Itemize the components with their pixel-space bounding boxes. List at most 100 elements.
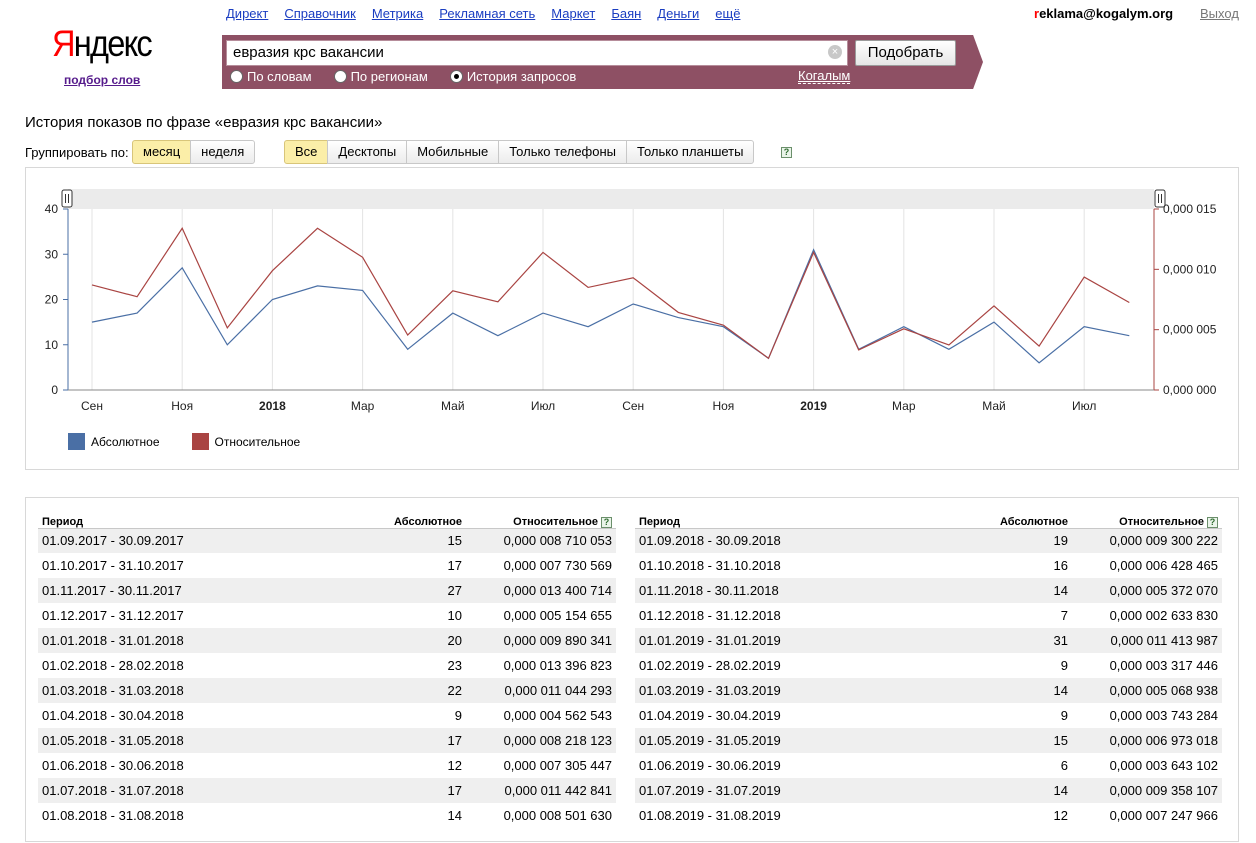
nav-link-0[interactable]: Директ (226, 6, 268, 21)
x-tick-label: Сен (81, 399, 103, 413)
device-filter-option-1[interactable]: Десктопы (327, 140, 408, 164)
submit-button[interactable]: Подобрать (855, 40, 956, 66)
help-question-icon[interactable]: ? (601, 516, 612, 528)
nav-link-5[interactable]: Баян (611, 6, 641, 21)
header-period: Период (38, 508, 346, 529)
help-question-icon[interactable]: ? (781, 147, 792, 158)
history-table-right: Период Абсолютное Относительное ? 01.09.201… (635, 508, 1222, 828)
cell-relative: 0,000 011 044 293 (466, 678, 616, 703)
logo-first-letter: Я (52, 23, 76, 64)
y-left-tick-label: 20 (45, 293, 59, 307)
legend-swatch-relative (191, 433, 209, 450)
cell-period: 01.09.2017 - 30.09.2017 (38, 528, 346, 553)
cell-absolute: 12 (447, 758, 462, 773)
cell-absolute: 20 (346, 628, 466, 653)
cell-absolute: 22 (346, 678, 466, 703)
cell-absolute: 27 (346, 578, 466, 603)
device-filter-option-3[interactable]: Только телефоны (498, 140, 628, 164)
search-input[interactable]: евразия крс вакансии (226, 40, 848, 66)
cell-relative: 0,000 003 743 284 (1109, 708, 1218, 723)
x-tick-label: Сен (622, 399, 644, 413)
cell-absolute: 10 (447, 608, 462, 623)
header-relative-label: Относительное (513, 515, 598, 528)
device-filter: Все Десктопы Мобильные Только телефоны Тольк… (284, 140, 755, 164)
cell-period: 01.02.2019 - 28.02.2019 (639, 658, 781, 673)
cell-period: 01.03.2018 - 31.03.2018 (38, 678, 346, 703)
search-mode-radio-0[interactable]: По словам (230, 69, 312, 84)
device-filter-option-2[interactable]: Мобильные (406, 140, 500, 164)
header-period: Период (635, 508, 952, 529)
cell-absolute: 15 (952, 728, 1072, 753)
search-mode-radio-2[interactable]: История запросов (449, 69, 576, 84)
group-by-option-0[interactable]: месяц (132, 140, 192, 164)
region-link[interactable]: Когалым (798, 69, 851, 84)
table-row: 01.04.2018 - 30.04.2018 9 0,000 004 562 54… (38, 703, 616, 728)
wordstat-link[interactable]: подбор слов (64, 73, 140, 87)
header-absolute: Абсолютное (346, 508, 466, 529)
cell-absolute: 16 (1053, 558, 1068, 573)
help-question-icon[interactable]: ? (1207, 516, 1218, 528)
radio-dot-icon (449, 70, 463, 83)
device-filter-option-0[interactable]: Все (284, 140, 329, 164)
cell-absolute: 9 (454, 708, 462, 723)
legend-label-absolute: Абсолютное (91, 434, 160, 449)
search-mode-label: По словам (247, 69, 312, 84)
cell-relative: 0,000 013 396 823 (503, 658, 612, 673)
clear-circle-icon[interactable]: × (828, 45, 842, 59)
table-row: 01.03.2018 - 31.03.2018 22 0,000 011 044 2… (38, 678, 616, 703)
cell-relative: 0,000 005 154 655 (503, 608, 612, 623)
nav-link-6[interactable]: Деньги (657, 6, 699, 21)
table-row: 01.03.2019 - 31.03.2019 14 0,000 005 068 9… (635, 678, 1222, 703)
cell-absolute: 7 (1060, 608, 1068, 623)
cell-period: 01.11.2018 - 30.11.2018 (635, 578, 952, 603)
cell-relative: 0,000 008 218 123 (466, 728, 616, 753)
cell-period: 01.07.2019 - 31.07.2019 (635, 778, 952, 803)
cell-relative: 0,000 009 358 107 (1072, 778, 1222, 803)
range-handle-left[interactable] (61, 189, 73, 208)
group-by-option-1[interactable]: неделя (190, 140, 256, 164)
cell-period: 01.05.2018 - 31.05.2018 (38, 728, 346, 753)
logo-rest: ндекс (73, 23, 153, 64)
legend-item-relative[interactable]: Относительное (191, 433, 300, 450)
cell-relative: 0,000 007 305 447 (503, 758, 612, 773)
x-tick-label: 2018 (259, 399, 286, 413)
table-row: 01.05.2019 - 31.05.2019 15 0,000 006 973 0… (635, 728, 1222, 753)
table-row: 01.11.2017 - 30.11.2017 27 0,000 013 400 7… (38, 578, 616, 603)
nav-link-7[interactable]: ещё (715, 6, 740, 21)
legend-swatch-absolute (68, 433, 85, 450)
table-row: 01.01.2018 - 31.01.2018 20 0,000 009 890 3… (38, 628, 616, 653)
cell-relative: 0,000 007 247 966 (1109, 808, 1218, 823)
user-login[interactable]: reklama@kogalym.org (1034, 6, 1173, 21)
nav-link-4[interactable]: Маркет (551, 6, 595, 21)
cell-absolute: 6 (1060, 758, 1068, 773)
y-right-tick-label: 0,000 015 (1163, 202, 1217, 216)
yandex-logo[interactable]: Яндекс (52, 23, 153, 64)
device-filter-option-4[interactable]: Только планшеты (626, 140, 755, 164)
nav-link-2[interactable]: Метрика (372, 6, 423, 21)
logout-link[interactable]: Выход (1200, 6, 1239, 21)
y-left-tick-label: 10 (45, 338, 59, 352)
cell-absolute: 17 (346, 728, 466, 753)
x-tick-label: 2019 (800, 399, 827, 413)
series-line-0[interactable] (91, 248, 1130, 364)
table-header-row: Период Абсолютное Относительное ? (38, 508, 616, 529)
series-line-1[interactable] (91, 227, 1130, 360)
cell-absolute: 14 (447, 808, 462, 823)
cell-relative: 0,000 013 400 714 (466, 578, 616, 603)
table-row: 01.10.2017 - 31.10.2017 17 0,000 007 730 5… (38, 553, 616, 578)
cell-relative: 0,000 005 068 938 (1072, 678, 1222, 703)
nav-link-1[interactable]: Справочник (284, 6, 356, 21)
header-relative: Относительное ? (466, 508, 616, 529)
x-tick-label: Май (441, 399, 465, 413)
group-by-toggle: месяц неделя (132, 140, 256, 164)
legend-item-absolute[interactable]: Абсолютное (68, 433, 160, 450)
range-navigator[interactable] (68, 189, 1154, 209)
cell-relative: 0,000 006 428 465 (1109, 558, 1218, 573)
y-right-tick-label: 0,000 010 (1163, 262, 1217, 276)
x-tick-label: Мар (892, 399, 916, 413)
nav-link-3[interactable]: Рекламная сеть (439, 6, 535, 21)
table-row: 01.12.2017 - 31.12.2017 10 0,000 005 154 6… (38, 603, 616, 628)
cell-relative: 0,000 011 413 987 (1072, 628, 1222, 653)
y-right-tick-label: 0,000 005 (1163, 323, 1217, 337)
search-mode-radio-1[interactable]: По регионам (333, 69, 428, 84)
